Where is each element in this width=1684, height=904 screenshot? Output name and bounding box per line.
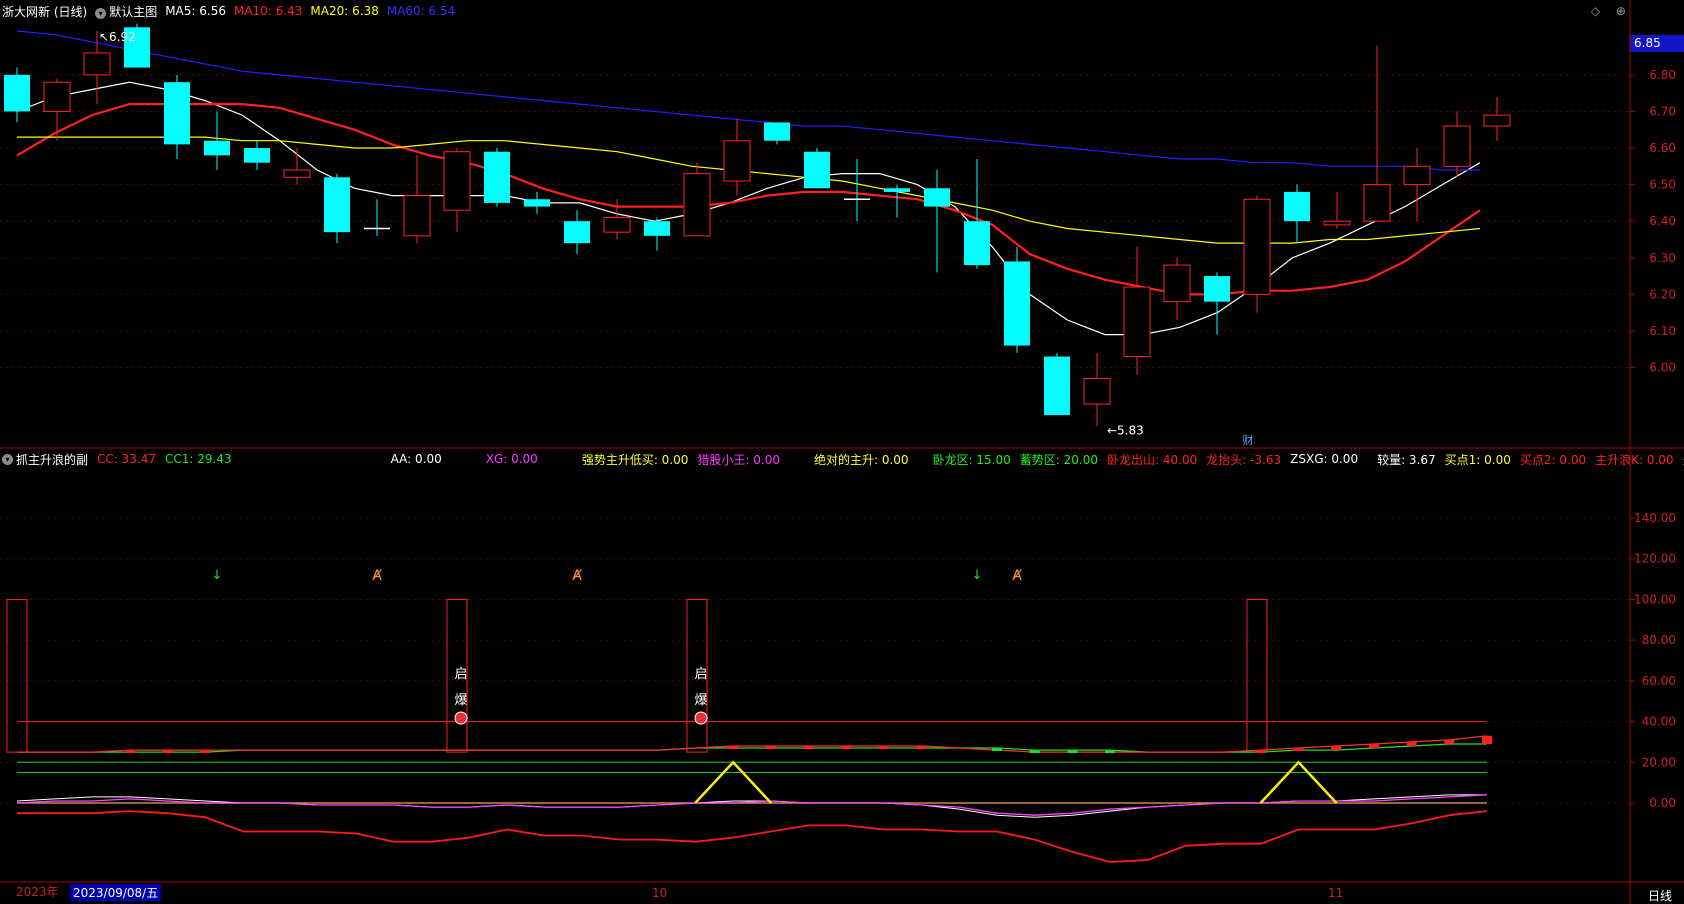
signal-bar [6, 598, 28, 753]
candle-body-down [1004, 261, 1030, 346]
cc-diff-bar [1444, 739, 1455, 744]
signal-label-bao: 爆 [454, 693, 467, 708]
period-button[interactable]: 日线 [1648, 887, 1672, 904]
month-label-nov: 11 [1328, 886, 1344, 900]
price-tick-label: 6.80 [1649, 68, 1676, 82]
candle-body-down [1044, 356, 1070, 416]
signal-label-bao: 爆 [694, 693, 707, 708]
cc-diff-bar [803, 746, 814, 749]
candle-body-down [1204, 276, 1230, 302]
candle-body-down [924, 188, 950, 207]
candle-body-up [283, 169, 311, 178]
cursor-date-label: 2023/09/08/五 [70, 884, 162, 901]
indicator-tick-label: 140.00 [1634, 511, 1676, 525]
candle-body-down [524, 199, 550, 207]
price-tick-label: 6.20 [1649, 287, 1676, 301]
down-arrow-icon: ↓ [972, 568, 983, 583]
candle-body-up [83, 52, 111, 76]
cc-diff-bar [1406, 741, 1417, 746]
finance-marker: 财 [1243, 433, 1254, 447]
candle-body-down [884, 188, 910, 192]
dragon-line [17, 810, 1488, 863]
candle-body-down [1284, 191, 1310, 222]
main-rise-triangle [1259, 760, 1338, 804]
price-tick-label: 6.00 [1649, 361, 1676, 375]
cc-diff-bar [1105, 750, 1116, 754]
price-tick-label: 6.60 [1649, 141, 1676, 155]
cc-diff-bar [1029, 750, 1040, 754]
price-tick-label: 6.40 [1649, 214, 1676, 228]
candle-body-down [964, 221, 990, 266]
main-rise-triangle [694, 760, 773, 804]
indicator-tick-label: 80.00 [1642, 633, 1676, 647]
candle-body-down [324, 177, 350, 233]
price-tick-label: 6.50 [1649, 178, 1676, 192]
candle-body-down [164, 82, 190, 145]
candle-body-up [1403, 165, 1431, 186]
candle-body-up [1363, 184, 1391, 222]
indicator-tick-label: 0.00 [1649, 796, 1676, 810]
cc-diff-bar [1368, 743, 1379, 749]
high-annotation: ↖6.92 [99, 30, 136, 44]
candle-body-up [443, 151, 471, 211]
candle-body-up [1243, 198, 1271, 295]
cc-diff-bar [841, 746, 852, 749]
ball-icon [694, 711, 708, 725]
candle-body-up [1323, 220, 1351, 226]
cc-diff-bar [200, 750, 211, 754]
cc-diff-bar [162, 750, 173, 754]
candle-body-down [204, 140, 230, 156]
signal-label-qi: 启 [454, 667, 467, 682]
runner-icon: Ⱥ [1011, 568, 1022, 584]
candle-body-up [43, 81, 71, 112]
cc-diff-bar [992, 748, 1002, 752]
indicator-tick-label: 60.00 [1642, 674, 1676, 688]
candle-body-up [1483, 114, 1511, 127]
cc-diff-bar [916, 746, 927, 749]
candle-body-down [804, 151, 830, 189]
candle-body-down [644, 221, 670, 236]
indicator-tick-label: 100.00 [1634, 592, 1676, 606]
runner-icon: Ⱥ [371, 568, 382, 584]
signal-bar [1246, 598, 1268, 753]
down-arrow-icon: ↓ [212, 568, 223, 583]
candle-body-down [564, 221, 590, 244]
candle-body-up [1083, 377, 1111, 405]
year-label: 2023年 [16, 885, 59, 899]
candle-body-up [1443, 125, 1471, 167]
candle-body-up [603, 217, 631, 233]
candle-body-up [683, 173, 711, 237]
candle-body-down [484, 151, 510, 203]
cc-diff-bar [1482, 735, 1492, 744]
indicator-tick-label: 20.00 [1642, 755, 1676, 769]
candle-body-up [723, 140, 751, 182]
cc-diff-bar [1293, 748, 1304, 752]
runner-icon: Ⱥ [571, 568, 582, 584]
indicator-tick-label: 40.00 [1642, 715, 1676, 729]
candle-body-up [1123, 286, 1151, 358]
cc-diff-bar [1067, 750, 1078, 754]
candle-body-up [1163, 264, 1191, 303]
cc-diff-bar [878, 746, 889, 749]
price-tick-label: 6.30 [1649, 251, 1676, 265]
signal-label-qi: 启 [694, 667, 707, 682]
stock-chart-svg[interactable]: 6.80 6.70 6.60 6.50 6.40 6.30 6.20 6.10 6.00 140.… [0, 0, 1684, 904]
cc-diff-bar [728, 746, 739, 749]
cc-diff-bar [1331, 746, 1342, 751]
ball-icon [454, 711, 468, 725]
price-tick-label: 6.10 [1649, 324, 1676, 338]
month-label-oct: 10 [652, 886, 668, 900]
candle-body-down [4, 74, 30, 112]
candle-body-down [764, 122, 790, 141]
low-annotation: ←5.83 [1107, 424, 1144, 438]
cc-diff-bar [125, 750, 136, 754]
candle-body-down [244, 148, 270, 163]
cc-diff-bar [765, 746, 776, 749]
cc-diff-bar [1255, 750, 1266, 754]
indicator-tick-label: 120.00 [1634, 552, 1676, 566]
candle-body-up [403, 195, 431, 237]
price-tick-label: 6.70 [1649, 104, 1676, 118]
